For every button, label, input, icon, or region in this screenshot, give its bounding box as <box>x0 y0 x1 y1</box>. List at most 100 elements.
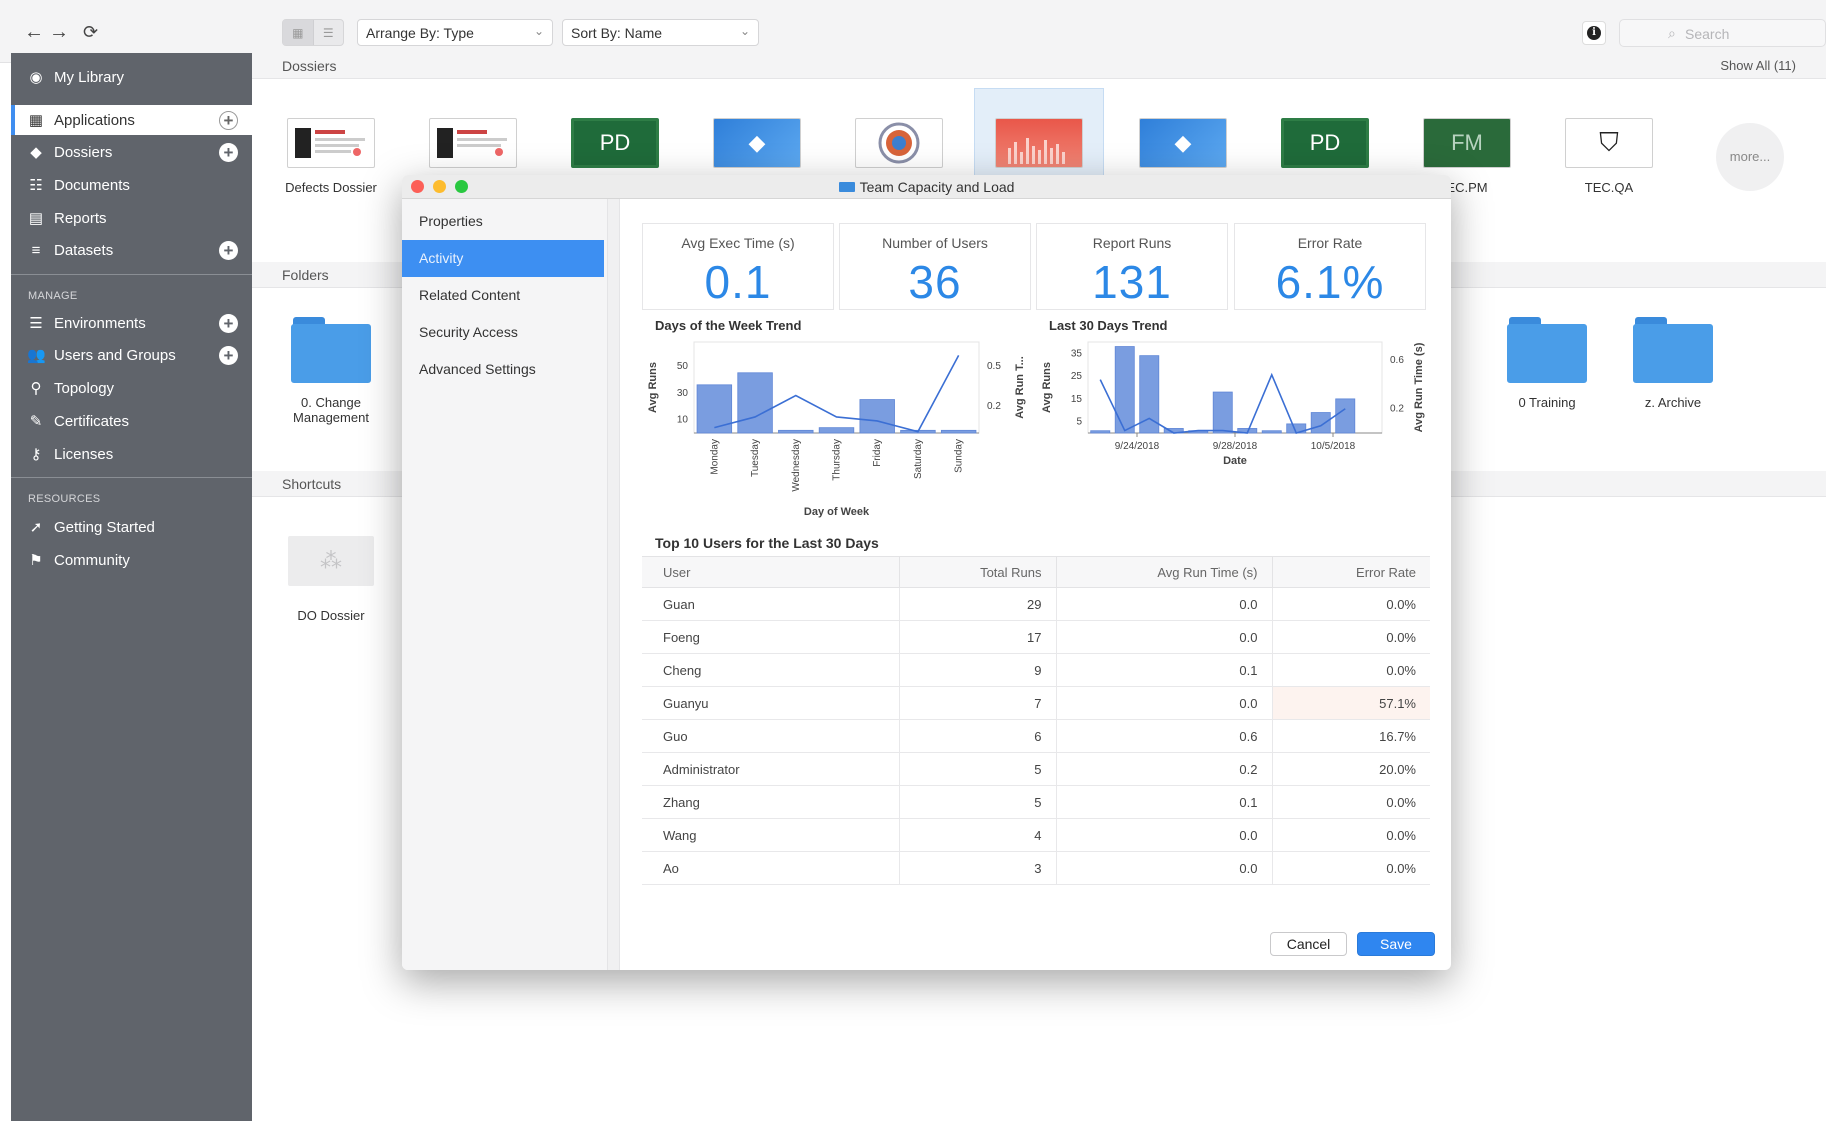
close-window-button[interactable] <box>411 180 424 193</box>
sidebar-item-label: Community <box>54 551 130 569</box>
properties-dialog: Team Capacity and Load Properties Activi… <box>402 175 1451 970</box>
chevron-down-icon: ⌄ <box>533 24 544 38</box>
add-dossier-icon[interactable]: + <box>219 142 238 162</box>
add-environment-icon[interactable]: + <box>219 313 238 333</box>
table-cell: 0.0% <box>1272 587 1430 621</box>
sidebar-scrollbar[interactable] <box>607 199 619 970</box>
chart-title: Days of the Week Trend <box>655 318 802 333</box>
dossier-tile[interactable]: ◆ <box>692 118 822 180</box>
table-header-row: User Total Runs Avg Run Time (s) Error R… <box>642 556 1430 588</box>
sidebar-item-environments[interactable]: ☰ Environments + <box>11 308 252 338</box>
table-row[interactable]: Administrator 5 0.2 20.0% <box>642 752 1430 786</box>
column-header[interactable]: Error Rate <box>1272 556 1430 588</box>
column-header[interactable]: Total Runs <box>899 556 1057 588</box>
arrange-by-dropdown[interactable]: Arrange By: Type ⌄ <box>357 19 553 46</box>
column-header[interactable]: User <box>642 556 900 588</box>
list-view-icon[interactable]: ☰ <box>314 20 344 45</box>
dossier-tile[interactable]: ⛉ TEC.QA <box>1544 118 1674 195</box>
view-mode-toggle[interactable]: ▦ ☰ <box>282 19 344 46</box>
forward-arrow-icon[interactable]: → <box>49 20 69 44</box>
dossier-label: TEC.QA <box>1584 180 1634 195</box>
folder-tile[interactable]: 0. Change Management <box>266 317 396 425</box>
sidebar-item-getting-started[interactable]: ➚ Getting Started <box>11 512 252 542</box>
add-dataset-icon[interactable]: + <box>219 240 238 260</box>
sidebar-item-reports[interactable]: ▤ Reports <box>11 203 252 233</box>
sidebar-item-dossiers[interactable]: ◆ Dossiers + <box>11 137 252 167</box>
table-cell: 0.0% <box>1272 620 1430 654</box>
table-row[interactable]: Guan 29 0.0 0.0% <box>642 587 1430 621</box>
table-cell: 0.0% <box>1272 818 1430 852</box>
table-row[interactable]: Guanyu 7 0.0 57.1% <box>642 686 1430 720</box>
sidebar-item-topology[interactable]: ⚲ Topology <box>11 373 252 403</box>
table-row[interactable]: Wang 4 0.0 0.0% <box>642 818 1430 852</box>
bar <box>1212 391 1233 434</box>
bar <box>818 427 855 434</box>
document-icon: ☷ <box>29 177 43 194</box>
kpi-label: Avg Exec Time (s) <box>681 235 795 251</box>
column-header[interactable]: Avg Run Time (s) <box>1056 556 1273 588</box>
sidebar-item-users-and-groups[interactable]: 👥 Users and Groups + <box>11 340 252 370</box>
grid-view-icon[interactable]: ▦ <box>283 20 314 45</box>
table-row[interactable]: Guo 6 0.6 16.7% <box>642 719 1430 753</box>
applications-icon: ▦ <box>28 112 44 129</box>
more-button[interactable]: more... <box>1716 123 1784 191</box>
sidebar-item-datasets[interactable]: ≡ Datasets + <box>11 235 252 265</box>
table-row[interactable]: Cheng 9 0.1 0.0% <box>642 653 1430 687</box>
show-all-link[interactable]: Show All (11) <box>1720 58 1796 73</box>
info-button[interactable]: i <box>1582 21 1606 45</box>
dialog-sidebar: Properties Activity Related Content Secu… <box>402 199 620 970</box>
sidebar-item-my-library[interactable]: ◉ My Library <box>11 62 252 92</box>
folder-tile[interactable]: z. Archive <box>1608 317 1738 410</box>
top-users-table: User Total Runs Avg Run Time (s) Error R… <box>642 556 1430 885</box>
y-axis-title: Avg Runs <box>1041 362 1053 413</box>
shortcut-tile[interactable]: ⁂ DO Dossier <box>266 536 396 623</box>
dossier-thumbnail <box>855 118 943 168</box>
sort-by-dropdown[interactable]: Sort By: Name ⌄ <box>562 19 759 46</box>
cancel-button[interactable]: Cancel <box>1270 932 1347 956</box>
info-icon: i <box>1587 26 1601 40</box>
kpi-card-report-runs: Report Runs 131 <box>1036 223 1228 310</box>
table-row[interactable]: Ao 3 0.0 0.0% <box>642 851 1430 885</box>
bar <box>1335 398 1356 434</box>
dossier-tile[interactable]: Defects Dossier <box>266 118 396 195</box>
search-input[interactable]: ⌕ Search <box>1619 19 1826 47</box>
minimize-window-button[interactable] <box>433 180 446 193</box>
y2-tick-label: 0.2 <box>1390 404 1404 415</box>
sidebar-item-certificates[interactable]: ✎ Certificates <box>11 406 252 436</box>
add-application-icon[interactable]: + <box>219 110 238 130</box>
dialog-tab-security-access[interactable]: Security Access <box>402 314 604 351</box>
sidebar-item-applications[interactable]: ▦ Applications + <box>11 105 252 135</box>
sidebar-item-documents[interactable]: ☷ Documents <box>11 170 252 200</box>
x-tick-label: 9/28/2018 <box>1213 441 1258 452</box>
bar <box>1090 430 1111 434</box>
dossier-tile[interactable] <box>834 118 964 180</box>
dialog-tab-properties[interactable]: Properties <box>402 203 604 240</box>
back-arrow-icon[interactable]: ← <box>24 20 44 44</box>
sidebar-item-licenses[interactable]: ⚷ Licenses <box>11 439 252 469</box>
shortcut-label: DO Dossier <box>297 608 365 623</box>
table-cell: 0.6 <box>1056 719 1273 753</box>
table-row[interactable]: Foeng 17 0.0 0.0% <box>642 620 1430 654</box>
dossier-thumbnail: ◆ <box>713 118 801 168</box>
folder-tile[interactable]: 0 Training <box>1482 317 1612 410</box>
dossier-tile-selected[interactable] <box>974 88 1104 180</box>
refresh-icon[interactable]: ⟳ <box>83 20 98 44</box>
dialog-tab-advanced-settings[interactable]: Advanced Settings <box>402 351 604 388</box>
kpi-value: 0.1 <box>704 256 772 308</box>
dossier-tile[interactable]: ◆ <box>1118 118 1248 180</box>
dialog-tab-related-content[interactable]: Related Content <box>402 277 604 314</box>
table-cell: 0.0 <box>1056 587 1273 621</box>
add-user-icon[interactable]: + <box>219 345 238 365</box>
dossier-tile[interactable]: PD <box>550 118 680 180</box>
save-button[interactable]: Save <box>1357 932 1435 956</box>
dossier-tile[interactable]: PD <box>1260 118 1390 180</box>
table-row[interactable]: Zhang 5 0.1 0.0% <box>642 785 1430 819</box>
sidebar-item-label: Documents <box>54 176 130 194</box>
dialog-tab-activity[interactable]: Activity <box>402 240 604 277</box>
table-cell: 7 <box>899 686 1057 720</box>
kpi-label: Error Rate <box>1297 235 1363 251</box>
search-icon: ⌕ <box>1668 25 1676 41</box>
sidebar-item-community[interactable]: ⚑ Community <box>11 545 252 575</box>
dossier-tile[interactable] <box>408 118 538 180</box>
maximize-window-button[interactable] <box>455 180 468 193</box>
